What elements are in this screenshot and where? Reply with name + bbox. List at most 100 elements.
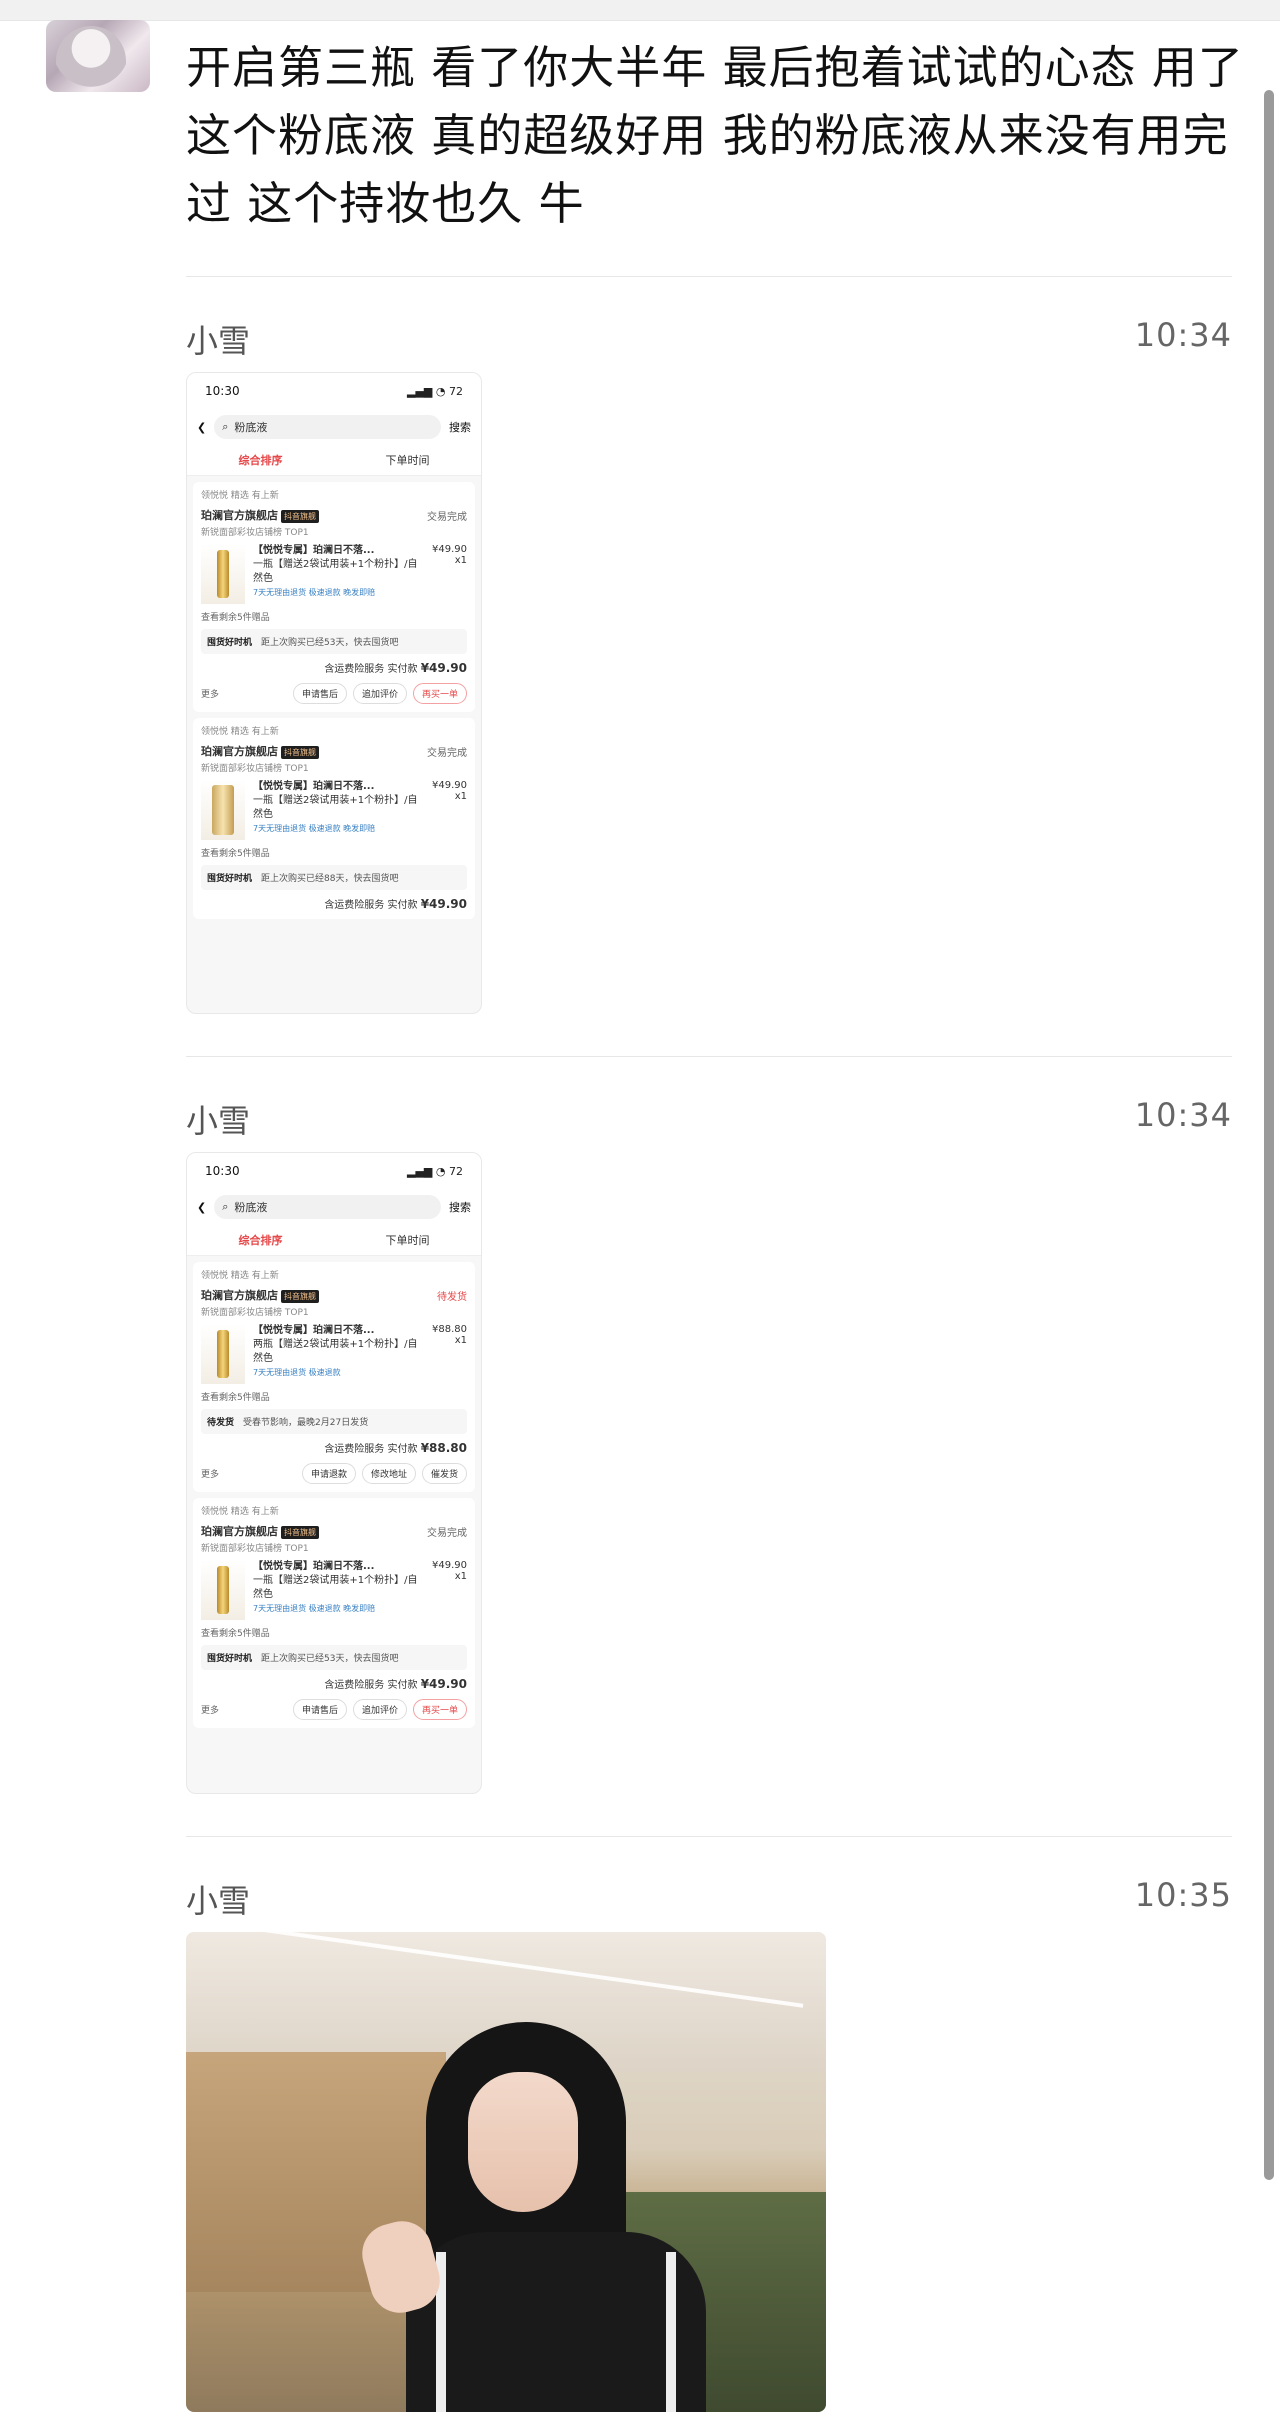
tab-comprehensive: 综合排序 bbox=[238, 454, 283, 467]
order-total: 含运费险服务 实付款 ¥49.90 bbox=[201, 1676, 467, 1691]
divider bbox=[186, 1836, 1232, 1837]
divider bbox=[186, 276, 1232, 277]
after-sale-button: 申请售后 bbox=[292, 683, 347, 704]
search-text: 粉底液 bbox=[234, 1201, 268, 1214]
restock-notice: 囤货好时机 距上次购买已经53天，快去囤货吧 bbox=[201, 629, 467, 654]
scrollbar[interactable] bbox=[1264, 90, 1274, 2180]
search-text: 粉底液 bbox=[234, 421, 268, 434]
bottle-icon bbox=[212, 785, 234, 835]
order-screenshot[interactable]: 10:30 ▂▄▆ ◔ 72 ❮ ⌕ 粉底液 搜索 综合排序 下单时间 领悦悦 精… bbox=[186, 372, 482, 1014]
product-name: 【悦悦专属】珀澜日不落... bbox=[253, 545, 375, 556]
total-label: 含运费险服务 实付款 bbox=[324, 900, 418, 911]
product-thumbnail bbox=[201, 1324, 245, 1384]
shop-name: 珀澜官方旗舰店 bbox=[201, 1289, 278, 1302]
product-thumbnail bbox=[201, 544, 245, 604]
order-card: 领悦悦 精选 有上新 珀澜官方旗舰店 抖音旗舰 交易完成 新锐面部彩妆店铺榜 TOP… bbox=[193, 718, 475, 919]
shop-rank: 新锐面部彩妆店铺榜 TOP1 bbox=[201, 1308, 309, 1318]
shop-badge: 抖音旗舰 bbox=[281, 510, 319, 523]
restock-notice: 囤货好时机 距上次购买已经53天，快去囤货吧 bbox=[201, 1645, 467, 1670]
product-name: 【悦悦专属】珀澜日不落... bbox=[253, 781, 375, 792]
product-row: 【悦悦专属】珀澜日不落... 两瓶【赠送2袋试用装+1个粉扑】/自然色 7天无理… bbox=[201, 1324, 467, 1384]
product-price: ¥88.80 bbox=[432, 1324, 467, 1335]
bottle-icon bbox=[217, 1566, 229, 1614]
timestamp: 10:34 bbox=[1134, 316, 1232, 354]
gift-link: 查看剩余5件赠品 bbox=[201, 1629, 270, 1639]
shop-name: 珀澜官方旗舰店 bbox=[201, 509, 278, 522]
divider bbox=[186, 1056, 1232, 1057]
product-desc: 一瓶【赠送2袋试用装+1个粉扑】/自然色 bbox=[253, 795, 418, 820]
product-desc: 一瓶【赠送2袋试用装+1个粉扑】/自然色 bbox=[253, 1575, 418, 1600]
signal-wifi-battery-icon: ▂▄▆ ◔ 72 bbox=[407, 1164, 463, 1178]
order-screenshot[interactable]: 10:30 ▂▄▆ ◔ 72 ❮ ⌕ 粉底液 搜索 综合排序 下单时间 领悦悦 精… bbox=[186, 1152, 482, 1794]
selfie-photo[interactable] bbox=[186, 1932, 826, 2412]
service-tags: 7天无理由退货 极速退款 晚发即赔 bbox=[253, 824, 376, 833]
order-card: 领悦悦 精选 有上新 珀澜官方旗舰店 抖音旗舰 待发货 新锐面部彩妆店铺榜 TOP1… bbox=[193, 1262, 475, 1492]
back-icon: ❮ bbox=[197, 1200, 207, 1214]
notice-title: 囤货好时机 bbox=[207, 638, 253, 648]
total-value: ¥49.90 bbox=[420, 897, 467, 911]
order-status: 待发货 bbox=[437, 1291, 467, 1303]
gift-link: 查看剩余5件赠品 bbox=[201, 613, 270, 623]
buy-again-button: 再买一单 bbox=[412, 683, 467, 704]
search-row: ❮ ⌕ 粉底液 搜索 bbox=[187, 409, 481, 445]
notice-text: 受春节影响，最晚2月27日发货 bbox=[243, 1418, 369, 1428]
avatar[interactable] bbox=[46, 20, 150, 92]
notice-text: 距上次购买已经53天，快去囤货吧 bbox=[261, 638, 399, 648]
photo-face bbox=[468, 2072, 578, 2212]
refund-button: 申请退款 bbox=[301, 1463, 356, 1484]
total-label: 含运费险服务 实付款 bbox=[324, 1680, 418, 1691]
product-thumbnail bbox=[201, 780, 245, 840]
shop-rank: 新锐面部彩妆店铺榜 TOP1 bbox=[201, 528, 309, 538]
product-thumbnail bbox=[201, 1560, 245, 1620]
status-time: 10:30 bbox=[205, 1164, 240, 1178]
notice-title: 囤货好时机 bbox=[207, 1654, 253, 1664]
shop-rank: 新锐面部彩妆店铺榜 TOP1 bbox=[201, 764, 309, 774]
order-card: 领悦悦 精选 有上新 珀澜官方旗舰店 抖音旗舰 交易完成 新锐面部彩妆店铺榜 TOP… bbox=[193, 1498, 475, 1728]
service-tags: 7天无理由退货 极速退款 bbox=[253, 1368, 341, 1377]
product-row: 【悦悦专属】珀澜日不落... 一瓶【赠送2袋试用装+1个粉扑】/自然色 7天无理… bbox=[201, 544, 467, 604]
search-icon: ⌕ bbox=[222, 420, 229, 433]
order-actions: 更多 申请退款 修改地址 催发货 bbox=[201, 1463, 467, 1484]
add-review-button: 追加评价 bbox=[352, 683, 407, 704]
more-link: 更多 bbox=[201, 1706, 220, 1716]
order-tags: 领悦悦 精选 有上新 bbox=[201, 727, 279, 737]
sort-tabs: 综合排序 下单时间 bbox=[187, 445, 481, 476]
notice-text: 距上次购买已经88天，快去囤货吧 bbox=[261, 874, 399, 884]
product-name: 【悦悦专属】珀澜日不落... bbox=[253, 1325, 375, 1336]
product-row: 【悦悦专属】珀澜日不落... 一瓶【赠送2袋试用装+1个粉扑】/自然色 7天无理… bbox=[201, 1560, 467, 1620]
product-desc: 一瓶【赠送2袋试用装+1个粉扑】/自然色 bbox=[253, 559, 418, 584]
tab-order-time: 下单时间 bbox=[385, 1234, 430, 1247]
product-name: 【悦悦专属】珀澜日不落... bbox=[253, 1561, 375, 1572]
total-value: ¥49.90 bbox=[420, 661, 467, 675]
buy-again-button: 再买一单 bbox=[412, 1699, 467, 1720]
more-link: 更多 bbox=[201, 1470, 220, 1480]
post-text: 开启第三瓶 看了你大半年 最后抱着试试的心态 用了这个粉底液 真的超级好用 我的… bbox=[186, 41, 1244, 230]
search-button: 搜索 bbox=[449, 1201, 471, 1214]
restock-notice: 囤货好时机 距上次购买已经88天，快去囤货吧 bbox=[201, 865, 467, 890]
notice-title: 囤货好时机 bbox=[207, 874, 253, 884]
jacket-stripe bbox=[666, 2252, 676, 2412]
timestamp: 10:34 bbox=[1134, 1096, 1232, 1134]
product-desc: 两瓶【赠送2袋试用装+1个粉扑】/自然色 bbox=[253, 1339, 418, 1364]
sender-name: 小雪 bbox=[186, 1882, 251, 1920]
avatar-image bbox=[56, 26, 126, 90]
shop-badge: 抖音旗舰 bbox=[281, 1290, 319, 1303]
search-row: ❮ ⌕ 粉底液 搜索 bbox=[187, 1189, 481, 1225]
order-tags: 领悦悦 精选 有上新 bbox=[201, 1271, 279, 1281]
search-button: 搜索 bbox=[449, 421, 471, 434]
signal-wifi-battery-icon: ▂▄▆ ◔ 72 bbox=[407, 384, 463, 398]
product-price: ¥49.90 bbox=[432, 544, 467, 555]
order-tags: 领悦悦 精选 有上新 bbox=[201, 491, 279, 501]
search-box: ⌕ 粉底液 bbox=[214, 1195, 441, 1219]
order-status: 交易完成 bbox=[427, 747, 467, 759]
gift-link: 查看剩余5件赠品 bbox=[201, 849, 270, 859]
urge-shipping-button: 催发货 bbox=[421, 1463, 467, 1484]
order-actions: 更多 申请售后 追加评价 再买一单 bbox=[201, 683, 467, 704]
sender-name: 小雪 bbox=[186, 1102, 251, 1140]
product-qty: x1 bbox=[454, 555, 467, 566]
phone-status-bar: 10:30 ▂▄▆ ◔ 72 bbox=[187, 1153, 481, 1189]
order-total: 含运费险服务 实付款 ¥88.80 bbox=[201, 1440, 467, 1455]
order-card: 领悦悦 精选 有上新 珀澜官方旗舰店 抖音旗舰 交易完成 新锐面部彩妆店铺榜 TOP… bbox=[193, 482, 475, 712]
product-qty: x1 bbox=[454, 1571, 467, 1582]
product-price: ¥49.90 bbox=[432, 1560, 467, 1571]
